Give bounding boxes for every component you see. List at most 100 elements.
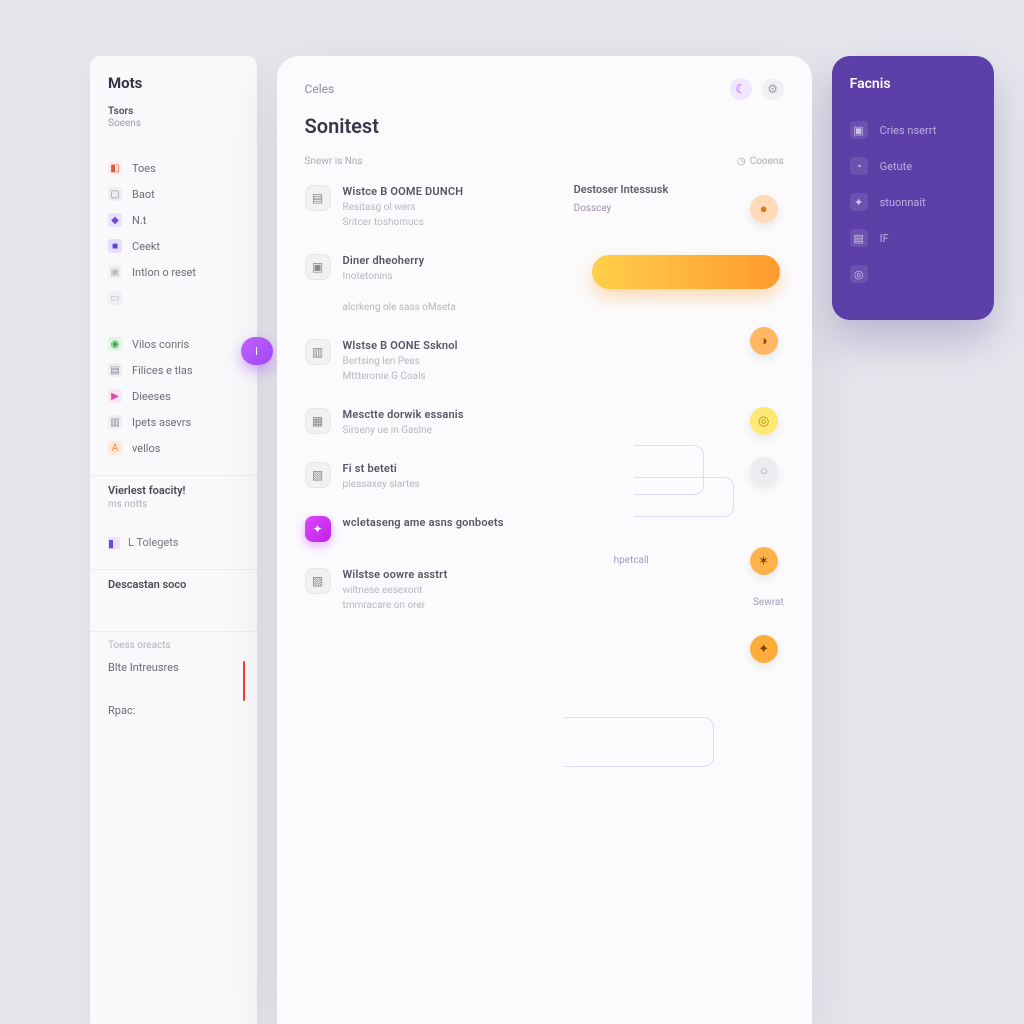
letter-a-icon: A [108, 441, 122, 455]
gear-icon[interactable]: ⚙ [762, 78, 784, 100]
entry-line: Inotetonins [343, 271, 784, 282]
sidebar-accent-badge[interactable]: I [241, 337, 273, 365]
entry-body: Wilstse oowre asstrt wiltnese eesexont t… [343, 568, 784, 611]
cols-icon: ▥ [108, 415, 122, 429]
nav-item-nt[interactable]: ◆ N.t [100, 207, 247, 233]
connector-3 [564, 717, 714, 767]
nav-label: Ipets asevrs [132, 416, 191, 429]
nav-item-baot[interactable]: ▢ Baot [100, 181, 247, 207]
entry-line: Mttteronie G Coals [343, 371, 784, 382]
entry-title: Fi st beteti [343, 462, 784, 475]
sidebar-header: Mots Tsors Soeens [90, 74, 257, 135]
meta-right-label: Cooens [750, 156, 784, 167]
nav-item-filices[interactable]: ▤ Filices e tlas [100, 357, 247, 383]
r-item-label: stuonnait [880, 196, 926, 209]
red-indicator [243, 661, 245, 701]
feed-entry-7[interactable]: ▨ Wilstse oowre asstrt wiltnese eesexont… [305, 560, 784, 629]
divider [90, 569, 257, 570]
r-item-label: Cries nserrt [880, 124, 937, 137]
tag-blte[interactable]: Blte Intreusres [104, 657, 243, 678]
tab-celes[interactable]: Celes [305, 82, 335, 96]
entry-title: Wistce B OOME DUNCH [343, 185, 784, 198]
nav-label: Vilos conris [132, 338, 189, 351]
divider [90, 475, 257, 476]
doc-icon: ▥ [305, 339, 331, 365]
r-item-if[interactable]: ▤ IF [850, 220, 976, 256]
right-card-title: Facnis [850, 76, 976, 92]
tag-icon: ▮ [108, 537, 120, 549]
meta-row: Snewr is Nns ◷ Cooens [305, 156, 784, 167]
meta-right[interactable]: ◷ Cooens [737, 156, 784, 167]
doc-icon: ▦ [305, 408, 331, 434]
nav-label: Dieeses [132, 390, 171, 403]
mini-item-tolegets[interactable]: ▮ L Tolegets [90, 530, 257, 555]
doc-icon: ▤ [305, 185, 331, 211]
nav-item-blank[interactable]: ▭ [100, 285, 247, 311]
r-item-blank[interactable]: ◎ [850, 256, 976, 292]
r-item-cries[interactable]: ▣ Cries nserrt [850, 112, 976, 148]
spark-icon: ✦ [850, 193, 868, 211]
status-bubble-6[interactable]: ✦ [750, 635, 778, 663]
spark-icon: ✦ [305, 516, 331, 542]
nav-label: Filices e tlas [132, 364, 193, 377]
tag-rpac[interactable]: Rpac: [104, 700, 243, 721]
feed-entry-3[interactable]: ▥ Wlstse B OONE Ssknol Bertsing len Pees… [305, 331, 784, 400]
nav-item-vilos[interactable]: ◉ Vilos conris [100, 331, 247, 357]
nav-label: Ceekt [132, 240, 160, 253]
mini-label: L Tolegets [128, 536, 179, 549]
box-icon: ▣ [108, 265, 122, 279]
entry-title: Wilstse oowre asstrt [343, 568, 784, 581]
entry-title: wcletaseng ame asns gonboets [343, 516, 784, 529]
entry-line: Sritcer toshomucs [343, 217, 784, 228]
entry-title: Wlstse B OONE Ssknol [343, 339, 784, 352]
square-fill-icon: ■ [108, 239, 122, 253]
nav-item-ipets[interactable]: ▥ Ipets asevrs [100, 409, 247, 435]
circle-icon: ◉ [108, 337, 122, 351]
pie-icon: ◔ [850, 157, 868, 175]
nav-group-2: ◉ Vilos conris ▤ Filices e tlas ▶ Dieese… [90, 331, 257, 461]
nav-group-1: ◧ Toes ▢ Baot ◆ N.t ■ Ceekt ▣ Intlon o r… [90, 155, 257, 311]
rect-icon: ▭ [108, 291, 122, 305]
nav-item-intlon[interactable]: ▣ Intlon o reset [100, 259, 247, 285]
doc-icon: ▨ [305, 568, 331, 594]
sidebar: Mots Tsors Soeens ◧ Toes ▢ Baot ◆ N.t ■ … [90, 56, 257, 1024]
entry-body: wcletaseng ame asns gonboets [343, 516, 784, 542]
doc-icon: ▣ [305, 254, 331, 280]
grid-icon: ▣ [850, 121, 868, 139]
nav-item-ceekt[interactable]: ■ Ceekt [100, 233, 247, 259]
entry-line: alcrkeng ole sass oMseta [343, 302, 784, 313]
meta-left: Snewr is Nns [305, 156, 363, 167]
nav-item-vellos[interactable]: A vellos [100, 435, 247, 461]
entry-line: wiltnese eesexont [343, 585, 784, 596]
r-item-stuon[interactable]: ✦ stuonnait [850, 184, 976, 220]
feed-entry-4[interactable]: ▦ Mesctte dorwik essanis Sirseny ue in G… [305, 400, 784, 454]
entry-body: Fi st beteti pleasaxey slartes [343, 462, 784, 490]
entry-body: Wistce B OOME DUNCH Resitasg ol wers Sri… [343, 185, 784, 228]
entry-title: Diner dheoherry [343, 254, 784, 267]
folder-icon: ◧ [108, 161, 122, 175]
r-item-getute[interactable]: ◔ Getute [850, 148, 976, 184]
entry-body: Wlstse B OONE Ssknol Bertsing len Pees M… [343, 339, 784, 382]
clock-icon: ◷ [737, 156, 746, 167]
divider [90, 631, 257, 632]
right-card: Facnis ▣ Cries nserrt ◔ Getute ✦ stuonna… [832, 56, 994, 320]
feed-entry-6[interactable]: ✦ wcletaseng ame asns gonboets [305, 508, 784, 560]
play-icon: ▶ [108, 389, 122, 403]
square-icon: ▢ [108, 187, 122, 201]
nav-item-toes[interactable]: ◧ Toes [100, 155, 247, 181]
feed-entry-1[interactable]: ▤ Wistce B OOME DUNCH Resitasg ol wers S… [305, 177, 784, 246]
nav-item-dieeses[interactable]: ▶ Dieeses [100, 383, 247, 409]
main-topbar: Celes ☾ ⚙ [305, 78, 784, 100]
entry-body: Mesctte dorwik essanis Sirseny ue in Gas… [343, 408, 784, 436]
brand: Mots [108, 74, 239, 92]
entry-line: Sirseny ue in Gaslne [343, 425, 784, 436]
ring-icon: ◎ [850, 265, 868, 283]
feed-entry-5[interactable]: ▧ Fi st beteti pleasaxey slartes [305, 454, 784, 508]
sidebar-sub1: Tsors [108, 106, 239, 117]
entry-line: Resitasg ol wers [343, 202, 784, 213]
moon-icon[interactable]: ☾ [730, 78, 752, 100]
feed-entry-2[interactable]: ▣ Diner dheoherry Inotetonins alcrkeng o… [305, 246, 784, 331]
nav-label: Baot [132, 188, 155, 201]
entry-line: tmmracare on orer [343, 600, 784, 611]
nav-label: Toes [132, 162, 156, 175]
